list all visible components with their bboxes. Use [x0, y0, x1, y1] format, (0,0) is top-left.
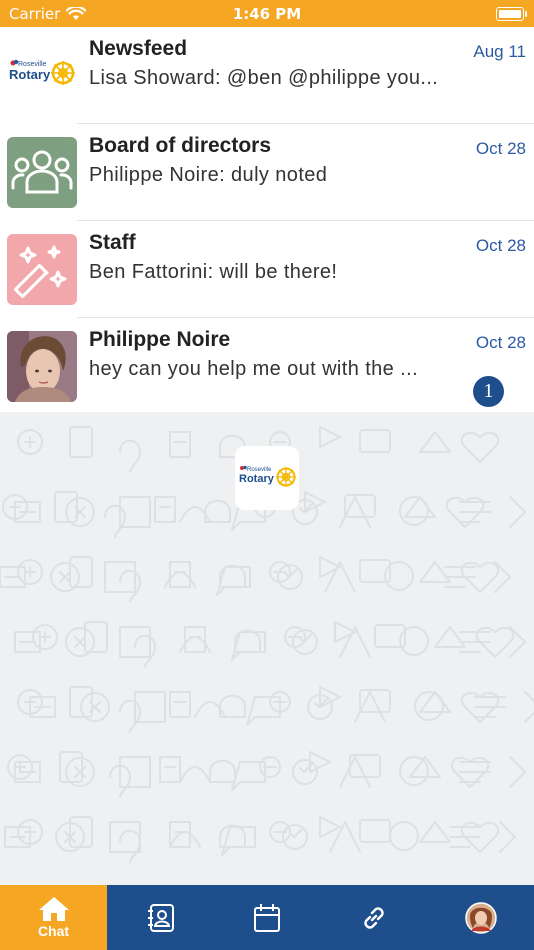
chat-title: Board of directors: [89, 134, 272, 157]
tab-contacts[interactable]: [107, 885, 214, 950]
tab-label: Chat: [37, 923, 70, 939]
center-rotary-logo: Roseville Rotary: [235, 446, 299, 510]
person-photo: [7, 331, 77, 402]
clock: 1:46 PM: [232, 5, 302, 23]
chat-list: Roseville Rotary Newsfeed Lisa Showard: …: [0, 27, 534, 415]
profile-avatar: [464, 901, 497, 934]
chat-row-board-of-directors[interactable]: Board of directors Philippe Noire: duly …: [0, 124, 534, 221]
tab-bar: Chat: [0, 885, 534, 950]
tab-calendar[interactable]: [213, 885, 320, 950]
chat-preview: hey can you help me out with the ...: [89, 358, 419, 380]
chat-date: Oct 28: [475, 139, 526, 158]
tab-links[interactable]: [320, 885, 427, 950]
group-icon: [7, 137, 77, 208]
chat-preview: Philippe Noire: duly noted: [89, 164, 328, 186]
tab-profile[interactable]: [427, 885, 534, 950]
unread-badge: 1: [473, 376, 504, 407]
chat-preview: Lisa Showard: @ben @philippe you...: [89, 67, 439, 89]
chat-row-newsfeed[interactable]: Roseville Rotary Newsfeed Lisa Showard: …: [0, 27, 534, 124]
chat-preview: Ben Fattorini: will be there!: [89, 261, 338, 283]
magic-wand-icon: [7, 234, 77, 305]
home-icon: [38, 897, 69, 921]
chat-date: Oct 28: [475, 236, 526, 255]
contacts-icon: [147, 903, 174, 932]
chat-row-philippe-noire[interactable]: Philippe Noire hey can you help me out w…: [0, 318, 534, 415]
chat-title: Newsfeed: [89, 37, 188, 60]
chat-title: Staff: [89, 231, 136, 254]
battery-icon: [496, 7, 527, 21]
calendar-icon: [253, 903, 280, 932]
chat-date: Aug 11: [473, 42, 526, 61]
rotary-logo: Roseville Rotary: [7, 40, 77, 111]
chat-title: Philippe Noire: [89, 328, 231, 351]
status-bar: Carrier 1:46 PM: [0, 0, 534, 27]
chat-date: Oct 28: [475, 333, 526, 352]
svg-text:Rotary: Rotary: [239, 473, 275, 485]
link-icon: [363, 906, 384, 929]
logo-main-text: Rotary: [9, 67, 51, 82]
chat-row-staff[interactable]: Staff Ben Fattorini: will be there! Oct …: [0, 221, 534, 318]
tab-chat[interactable]: Chat: [0, 885, 107, 950]
